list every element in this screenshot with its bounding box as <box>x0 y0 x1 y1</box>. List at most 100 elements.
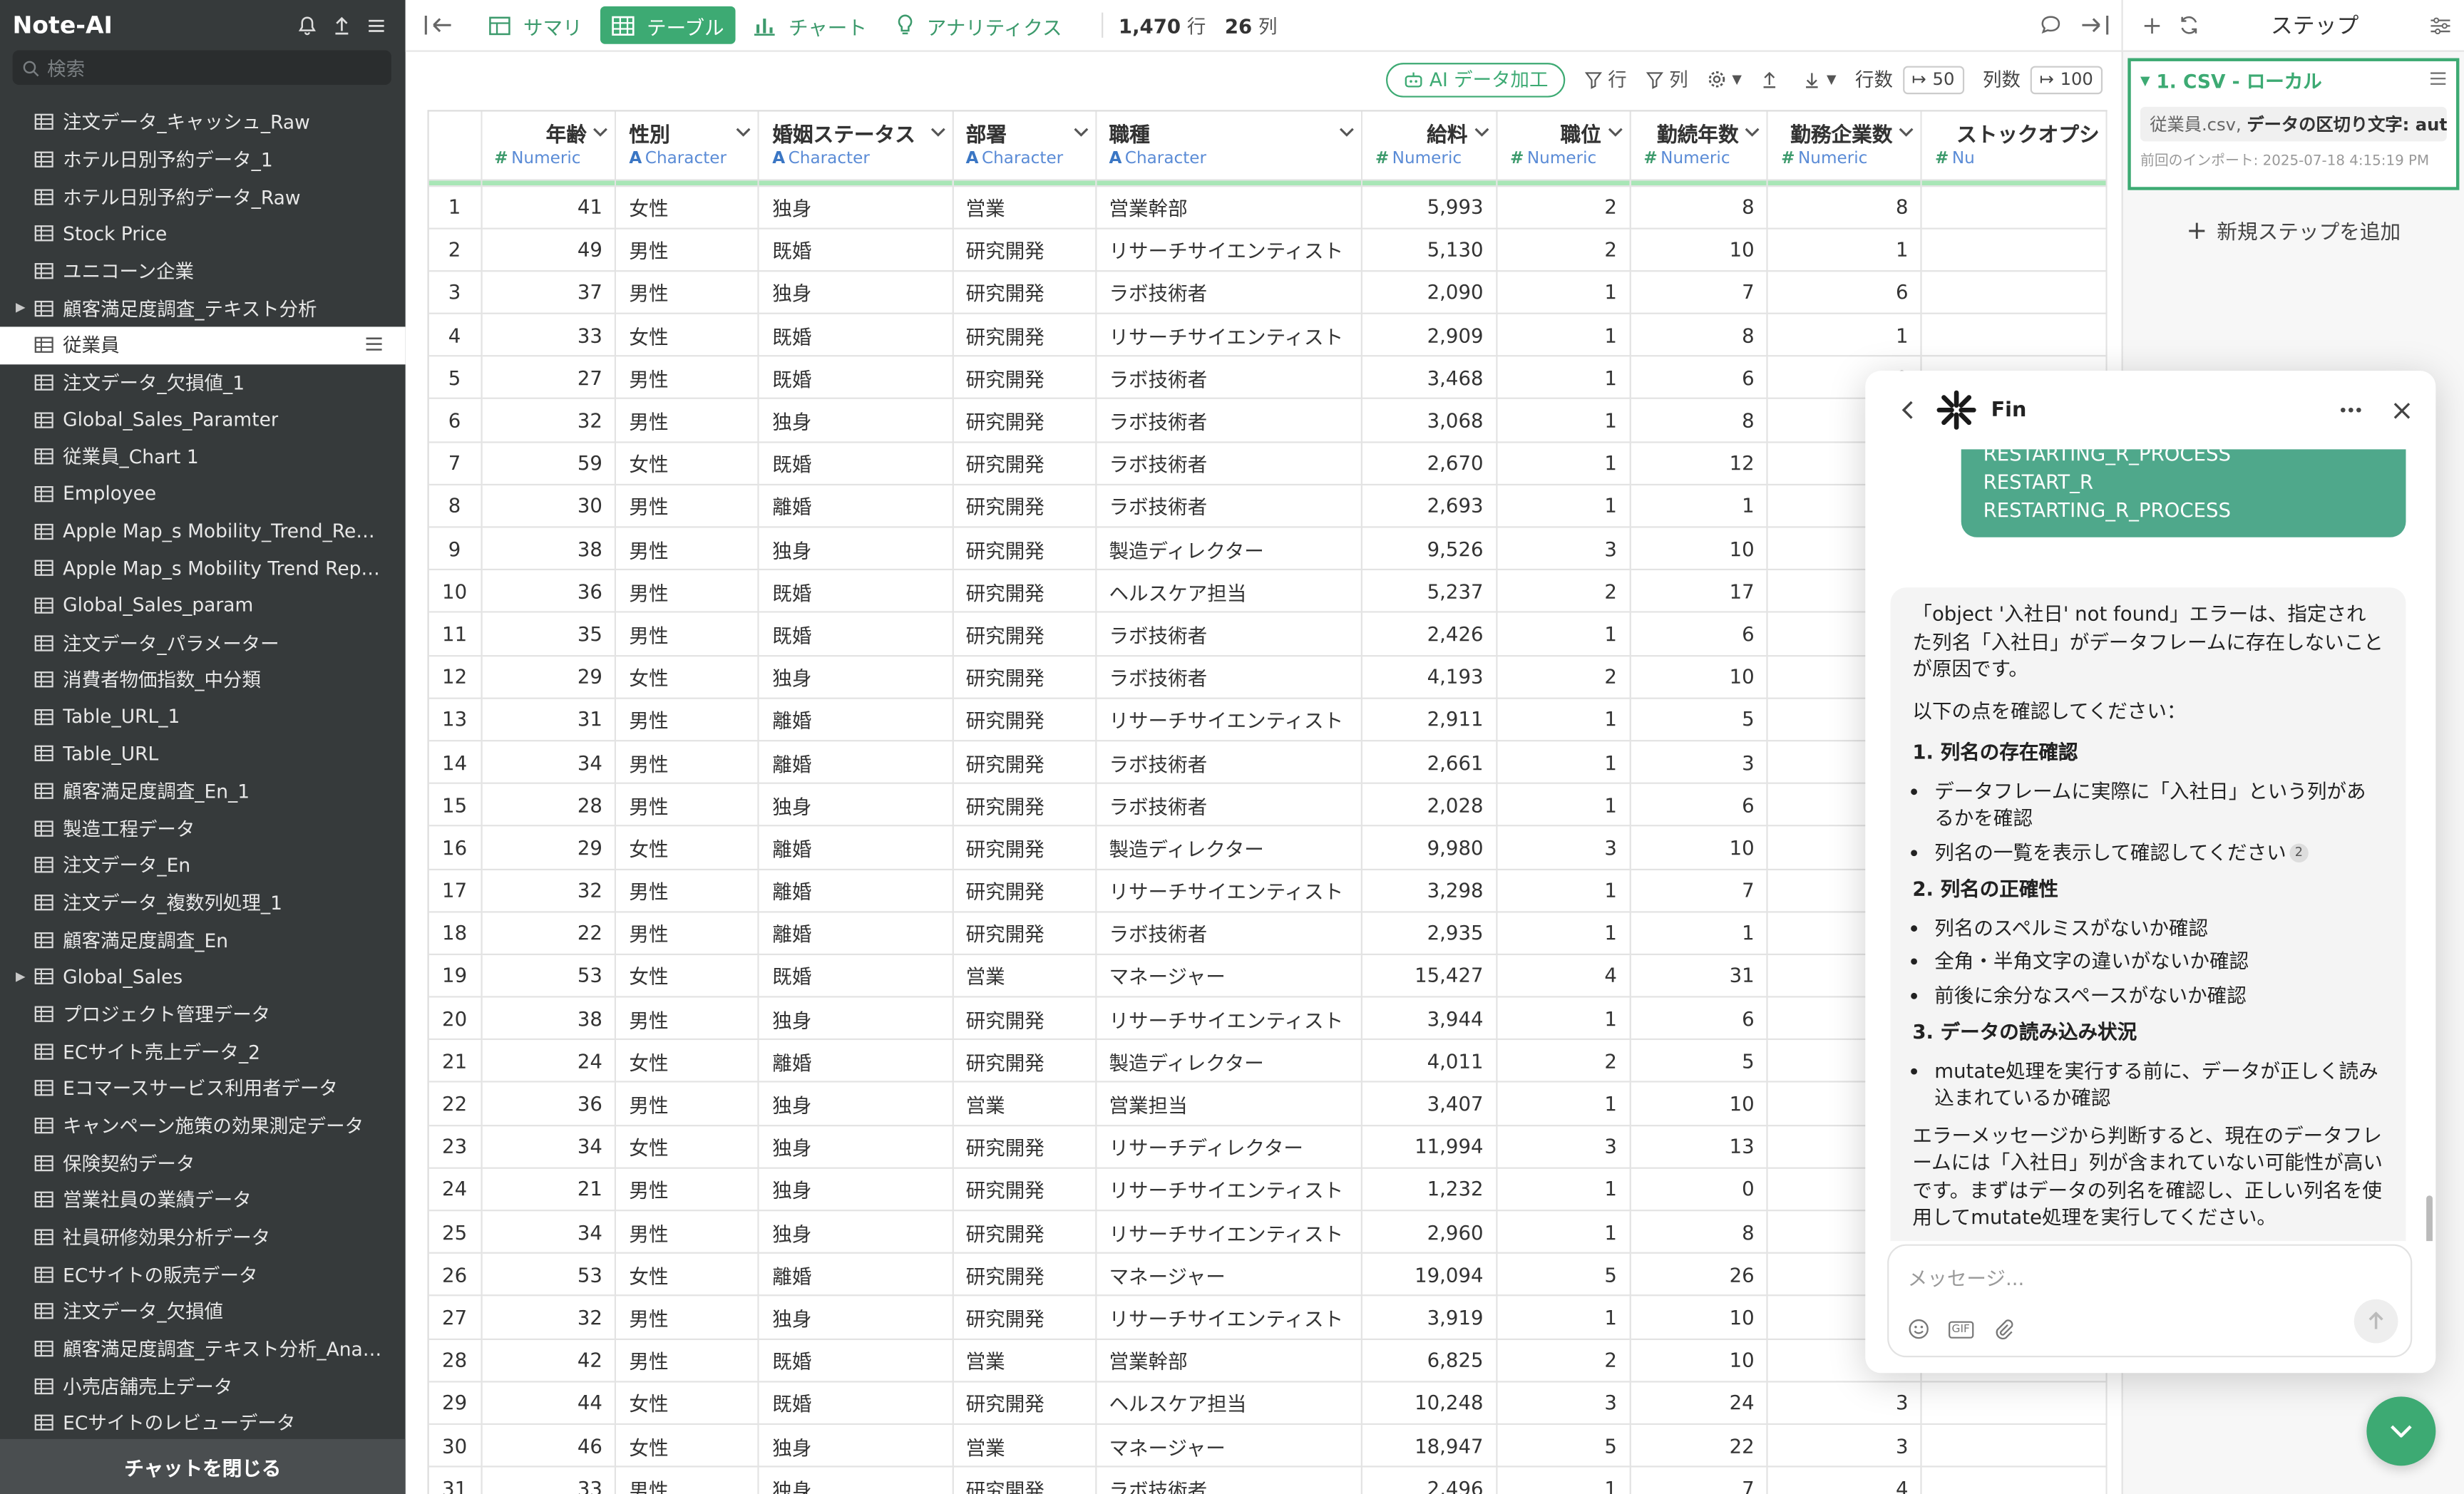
table-cell[interactable]: 6 <box>1630 612 1769 656</box>
table-cell[interactable]: 1 <box>1497 484 1631 528</box>
table-cell[interactable]: 女性 <box>615 1381 760 1425</box>
table-cell[interactable]: 男性 <box>615 741 760 785</box>
table-cell[interactable]: 独身 <box>759 1296 953 1340</box>
table-cell[interactable]: 10 <box>1630 655 1769 699</box>
sidebar-item[interactable]: Employee <box>0 475 406 512</box>
attachment-icon[interactable] <box>1992 1318 2014 1340</box>
table-cell[interactable]: リサーチサイエンティスト <box>1095 1168 1363 1212</box>
table-cell[interactable]: 研究開発 <box>952 1381 1097 1425</box>
import-dropdown[interactable]: ▼ <box>1803 70 1837 88</box>
table-cell[interactable]: 研究開発 <box>952 1253 1097 1297</box>
table-cell[interactable]: 営業 <box>952 954 1097 998</box>
table-cell[interactable]: 営業担当 <box>1095 1082 1363 1126</box>
table-cell[interactable]: 36 <box>481 1082 617 1126</box>
table-cell[interactable]: 7 <box>1630 270 1769 314</box>
sidebar-item[interactable]: ▶ 顧客満足度調査_テキスト分析 <box>0 289 406 326</box>
send-button[interactable] <box>2353 1299 2398 1344</box>
table-cell[interactable]: ラボ技術者 <box>1095 655 1363 699</box>
table-cell[interactable]: 研究開発 <box>952 270 1097 314</box>
refresh-icon[interactable] <box>2178 14 2200 36</box>
table-cell[interactable]: 33 <box>481 1466 617 1494</box>
table-cell[interactable]: 既婚 <box>759 227 953 272</box>
table-cell[interactable]: 1 <box>1630 911 1769 955</box>
table-cell[interactable]: 3,068 <box>1362 398 1498 443</box>
table-row[interactable]: 10 36 男性 既婚 研究開発 ヘルスケア担当 5,237 2 17 <box>428 570 2108 614</box>
table-cell[interactable]: 3,468 <box>1362 356 1498 400</box>
column-header[interactable]: 職種 A Character <box>1095 111 1363 180</box>
table-cell[interactable]: 0 <box>1630 1168 1769 1212</box>
sidebar-item[interactable]: 顧客満足度調査_En <box>0 922 406 959</box>
table-cell[interactable]: 2 <box>1497 185 1631 230</box>
sidebar-item[interactable]: Eコマースサービス利用者データ <box>0 1070 406 1107</box>
tab-table[interactable]: テーブル <box>599 6 736 44</box>
column-header[interactable]: ストックオプシ # Nu <box>1921 111 2108 180</box>
table-row[interactable]: 6 32 男性 独身 研究開発 ラボ技術者 3,068 1 8 <box>428 398 2108 443</box>
table-cell[interactable]: 男性 <box>615 398 760 443</box>
menu-icon[interactable] <box>364 336 383 352</box>
column-menu-icon[interactable] <box>1745 125 1760 140</box>
expand-caret-icon[interactable]: ▶ <box>16 969 26 984</box>
sidebar-item[interactable]: プロジェクト管理データ <box>0 996 406 1033</box>
sidebar-item[interactable]: ホテル日別予約データ_Raw <box>0 178 406 215</box>
table-cell[interactable]: 29 <box>481 655 617 699</box>
table-cell[interactable] <box>1921 227 2108 272</box>
table-cell[interactable]: 6 <box>1630 356 1769 400</box>
table-cell[interactable]: 男性 <box>615 1168 760 1212</box>
table-cell[interactable]: 15,427 <box>1362 954 1498 998</box>
table-cell[interactable]: 3 <box>1497 825 1631 870</box>
table-cell[interactable]: 8 <box>1630 185 1769 230</box>
sidebar-item[interactable]: 従業員 <box>0 326 406 364</box>
col-filter-button[interactable]: 列 <box>1646 66 1688 93</box>
row-filter-button[interactable]: 行 <box>1584 66 1627 93</box>
table-cell[interactable]: 男性 <box>615 570 760 614</box>
sidebar-item[interactable]: 消費者物価指数_中分類 <box>0 661 406 699</box>
table-cell[interactable]: 製造ディレクター <box>1095 527 1363 571</box>
table-cell[interactable]: リサーチサイエンティスト <box>1095 996 1363 1041</box>
table-cell[interactable]: 2 <box>1497 570 1631 614</box>
table-cell[interactable]: 2,496 <box>1362 1466 1498 1494</box>
table-row[interactable]: 16 29 女性 離婚 研究開発 製造ディレクター 9,980 3 10 <box>428 825 2108 870</box>
table-cell[interactable]: 34 <box>481 1125 617 1169</box>
table-cell[interactable]: 1 <box>1497 868 1631 912</box>
table-cell[interactable]: ラボ技術者 <box>1095 1466 1363 1494</box>
sidebar-item[interactable]: キャンペーン施策の効果測定データ <box>0 1107 406 1144</box>
table-cell[interactable]: 1 <box>1497 741 1631 785</box>
table-row[interactable]: 25 34 男性 独身 研究開発 リサーチサイエンティスト 2,960 1 8 <box>428 1210 2108 1255</box>
table-cell[interactable]: 34 <box>481 1210 617 1255</box>
table-cell[interactable]: リサーチサイエンティスト <box>1095 227 1363 272</box>
column-menu-icon[interactable] <box>1339 125 1355 140</box>
table-cell[interactable]: 34 <box>481 741 617 785</box>
upload-icon[interactable] <box>324 8 358 42</box>
table-row[interactable]: 7 59 女性 既婚 研究開発 ラボ技術者 2,670 1 12 <box>428 441 2108 485</box>
sidebar-item[interactable]: Global_Sales_param <box>0 587 406 624</box>
table-row[interactable]: 19 53 女性 既婚 営業 マネージャー 15,427 4 31 <box>428 954 2108 998</box>
table-cell[interactable]: 研究開発 <box>952 655 1097 699</box>
table-cell[interactable]: 8 <box>1630 398 1769 443</box>
table-cell[interactable]: 1 <box>1497 996 1631 1041</box>
table-cell[interactable]: 営業 <box>952 1423 1097 1468</box>
table-cell[interactable]: 3 <box>1497 1125 1631 1169</box>
sidebar-item[interactable]: ECサイトの販売データ <box>0 1256 406 1293</box>
table-cell[interactable]: 1 <box>1497 398 1631 443</box>
table-row[interactable]: 11 35 男性 既婚 研究開発 ラボ技術者 2,426 1 6 <box>428 612 2108 656</box>
sidebar-item[interactable]: ホテル日別予約データ_1 <box>0 141 406 178</box>
table-row[interactable]: 8 30 男性 離婚 研究開発 ラボ技術者 2,693 1 1 <box>428 484 2108 528</box>
column-menu-icon[interactable] <box>1608 125 1623 140</box>
collapse-left-icon[interactable] <box>424 14 453 36</box>
table-row[interactable]: 9 38 男性 独身 研究開発 製造ディレクター 9,526 3 10 <box>428 527 2108 571</box>
table-cell[interactable]: 既婚 <box>759 612 953 656</box>
sidebar-item[interactable]: Apple Map_s Mobility_Trend_Report… <box>0 512 406 550</box>
table-cell[interactable]: 10,248 <box>1362 1381 1498 1425</box>
table-cell[interactable]: 3,407 <box>1362 1082 1498 1126</box>
table-cell[interactable]: 女性 <box>615 1423 760 1468</box>
column-header[interactable]: 勤続年数 # Numeric <box>1630 111 1769 180</box>
table-cell[interactable]: 35 <box>481 612 617 656</box>
collapse-icon[interactable]: ▼ <box>2140 74 2150 88</box>
sidebar-item[interactable]: 注文データ_複数列処理_1 <box>0 884 406 921</box>
table-cell[interactable]: 1 <box>1497 356 1631 400</box>
table-cell[interactable]: 7 <box>1630 868 1769 912</box>
table-row[interactable]: 30 46 女性 独身 営業 マネージャー 18,947 5 22 3 <box>428 1423 2108 1468</box>
table-cell[interactable]: 独身 <box>759 270 953 314</box>
table-cell[interactable] <box>1921 313 2108 357</box>
table-cell[interactable]: 6 <box>1630 996 1769 1041</box>
